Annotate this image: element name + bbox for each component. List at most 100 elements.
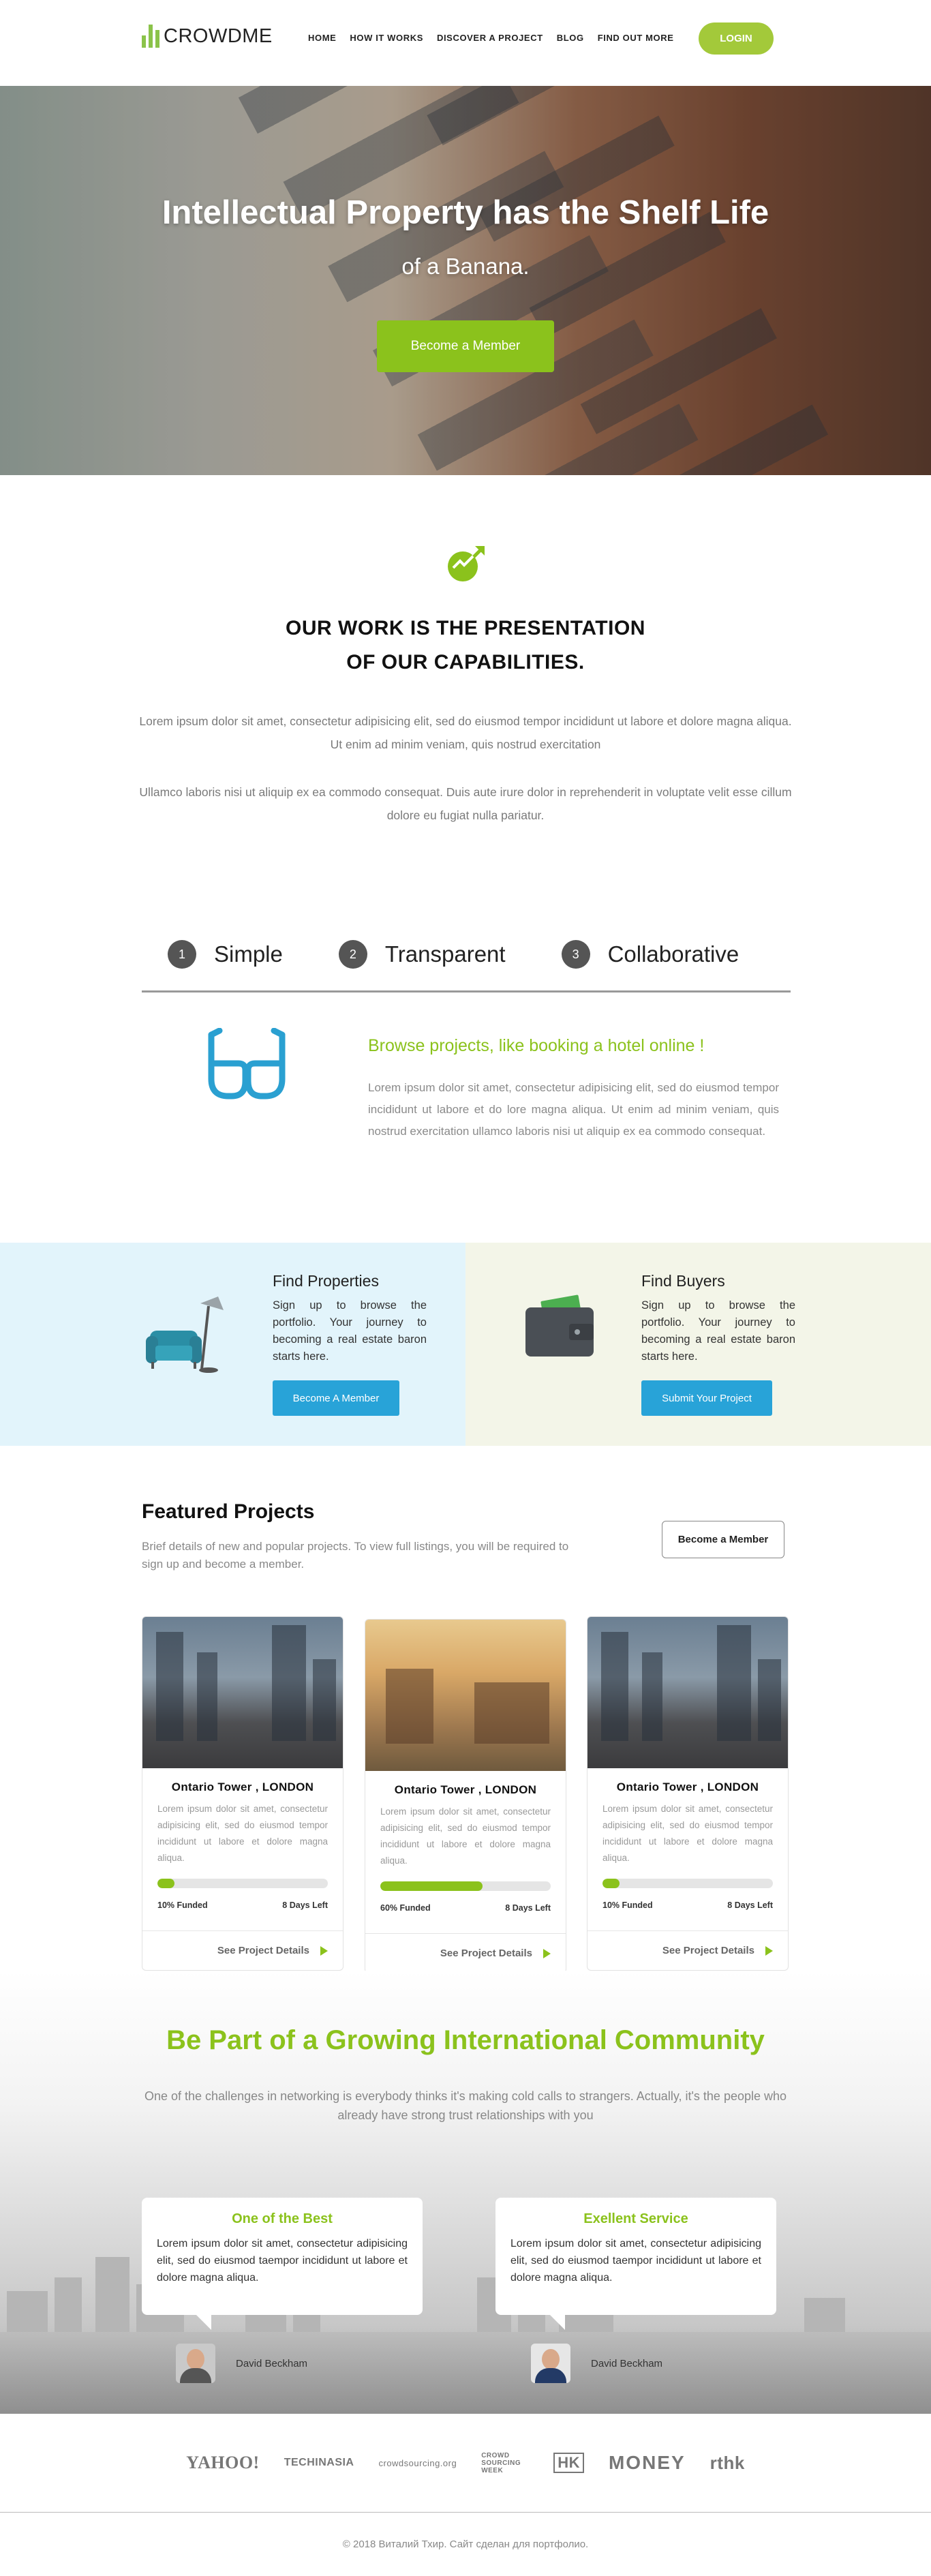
funded-label: 10% Funded (157, 1900, 208, 1910)
become-a-member-button[interactable]: Become A Member (273, 1380, 399, 1416)
top-navbar: CROWDME HOME HOW IT WORKS DISCOVER A PRO… (0, 0, 931, 86)
glasses-icon (208, 1028, 286, 1100)
find-properties-title: Find Properties (273, 1272, 379, 1290)
footer-copyright: © 2018 Виталий Тхир. Сайт сделан для пор… (342, 2539, 589, 2550)
testimonial-text: Lorem ipsum dolor sit amet, consectetur … (157, 2238, 408, 2284)
project-card[interactable]: Ontario Tower , LONDON Lorem ipsum dolor… (365, 1619, 566, 1973)
project-photo (365, 1620, 566, 1771)
project-name: Ontario Tower , LONDON (616, 1781, 759, 1793)
featured-description: Brief details of new and popular project… (142, 1540, 569, 1571)
see-project-details-link[interactable]: See Project Details (365, 1933, 566, 1973)
work-paragraph-2: Ullamco laboris nisi ut aliquip ex ea co… (139, 785, 792, 822)
days-left-label: 8 Days Left (505, 1903, 551, 1913)
step-number: 1 (168, 940, 196, 969)
step-label: Collaborative (607, 941, 739, 967)
community-section: Be Part of a Growing International Commu… (0, 1971, 931, 2414)
days-left-label: 8 Days Left (282, 1900, 328, 1910)
testimonial-title: Exellent Service (583, 2211, 688, 2226)
testimonial-author: David Beckham (176, 2344, 307, 2383)
testimonial-card: Exellent Service Lorem ipsum dolor sit a… (495, 2198, 776, 2330)
author-name: David Beckham (236, 2357, 308, 2369)
login-button[interactable]: LOGIN (699, 22, 774, 55)
menu-item-blog[interactable]: BLOG (557, 33, 584, 43)
step-label: Transparent (384, 941, 506, 967)
find-buyers-text: Sign up to browse the portfolio. Your jo… (641, 1299, 795, 1363)
become-member-button[interactable]: Become a Member (377, 320, 554, 372)
main-menu: HOME HOW IT WORKS DISCOVER A PROJECT BLO… (308, 33, 673, 43)
find-properties-text: Sign up to browse the portfolio. Your jo… (273, 1299, 427, 1363)
project-photo (587, 1617, 788, 1768)
funding-progress-bar (380, 1881, 551, 1891)
growth-icon (448, 546, 485, 581)
see-project-details-link[interactable]: See Project Details (587, 1930, 788, 1970)
see-project-details-link[interactable]: See Project Details (142, 1930, 343, 1970)
find-properties-panel: Find Properties Sign up to browse the po… (0, 1243, 466, 1446)
menu-item-find-out-more[interactable]: FIND OUT MORE (598, 33, 674, 43)
find-section: Find Properties Sign up to browse the po… (0, 1243, 931, 1446)
wallet-icon (525, 1294, 594, 1357)
menu-item-discover[interactable]: DISCOVER A PROJECT (437, 33, 543, 43)
project-text: Lorem ipsum dolor sit amet, consectetur … (380, 1806, 551, 1866)
hero-subtitle: of a Banana. (401, 254, 530, 279)
partner-logo-techinasia: TECHINASIA (284, 2457, 354, 2468)
featured-title: Featured Projects (142, 1500, 315, 1523)
menu-item-home[interactable]: HOME (308, 33, 336, 43)
partner-logo-rthk: rthk (709, 2452, 745, 2473)
days-left-label: 8 Days Left (727, 1900, 773, 1910)
find-buyers-title: Find Buyers (641, 1272, 725, 1290)
partner-logo-hk: HK (553, 2453, 584, 2473)
work-paragraph-1: Lorem ipsum dolor sit amet, consectetur … (139, 714, 792, 751)
project-card[interactable]: Ontario Tower , LONDON Lorem ipsum dolor… (587, 1616, 789, 1971)
project-name: Ontario Tower , LONDON (394, 1783, 537, 1796)
step-number: 2 (338, 940, 367, 969)
avatar (176, 2344, 215, 2383)
project-photo (142, 1617, 343, 1768)
testimonial-card: One of the Best Lorem ipsum dolor sit am… (142, 2198, 423, 2330)
logo-text: CROWDME (164, 25, 273, 47)
browse-feature: Browse projects, like booking a hotel on… (0, 1016, 931, 1193)
project-card[interactable]: Ontario Tower , LONDON Lorem ipsum dolor… (142, 1616, 344, 1971)
logo-bars-icon (142, 25, 159, 48)
work-title: OUR WORK IS THE PRESENTATION OF OUR CAPA… (286, 617, 645, 673)
community-title: Be Part of a Growing International Commu… (166, 2025, 765, 2055)
featured-projects-section: Featured Projects Brief details of new a… (0, 1446, 931, 1973)
funded-label: 60% Funded (380, 1903, 431, 1913)
menu-item-how-it-works[interactable]: HOW IT WORKS (350, 33, 423, 43)
find-buyers-panel: Find Buyers Sign up to browse the portfo… (466, 1243, 931, 1446)
feature-heading: Browse projects, like booking a hotel on… (368, 1036, 705, 1055)
step-number: 3 (561, 940, 590, 969)
funding-progress-bar (157, 1879, 328, 1888)
step-simple: 1 Simple (168, 927, 283, 982)
partner-logo-money: MONEY (608, 2452, 686, 2473)
partners-logos: YAHOO! TECHINASIA crowdsourcing.org CROW… (0, 2414, 931, 2513)
partner-logo-yahoo: YAHOO! (186, 2453, 260, 2472)
project-name: Ontario Tower , LONDON (171, 1781, 314, 1793)
work-section: OUR WORK IS THE PRESENTATION OF OUR CAPA… (0, 475, 931, 898)
step-collaborative: 3 Collaborative (561, 927, 739, 982)
play-arrow-icon (320, 1945, 328, 1956)
avatar (531, 2344, 570, 2383)
testimonial-author: David Beckham (531, 2344, 662, 2383)
project-text: Lorem ipsum dolor sit amet, consectetur … (157, 1804, 328, 1863)
funding-progress-bar (602, 1879, 773, 1888)
play-arrow-icon (543, 1948, 551, 1958)
steps-row: 1 Simple 2 Transparent 3 Collaborative (142, 927, 791, 992)
armchair-lamp-icon (146, 1297, 224, 1373)
submit-project-button[interactable]: Submit Your Project (641, 1380, 772, 1416)
hero-banner: Intellectual Property has the Shelf Life… (0, 86, 931, 475)
author-name: David Beckham (591, 2357, 663, 2369)
testimonial-title: One of the Best (232, 2211, 333, 2226)
play-arrow-icon (765, 1945, 773, 1956)
partner-logo-crowdsourcing: crowdsourcing.org (378, 2457, 457, 2468)
project-text: Lorem ipsum dolor sit amet, consectetur … (602, 1804, 773, 1863)
step-label: Simple (214, 941, 283, 967)
partner-logo-crowdsourcing-week: CROWD SOURCING WEEK (481, 2451, 521, 2474)
funded-label: 10% Funded (602, 1900, 653, 1910)
testimonial-text: Lorem ipsum dolor sit amet, consectetur … (510, 2238, 761, 2284)
logo[interactable]: CROWDME (142, 25, 273, 48)
featured-become-member-button[interactable]: Become a Member (662, 1521, 784, 1558)
step-transparent: 2 Transparent (338, 927, 506, 982)
community-text: One of the challenges in networking is e… (144, 2089, 787, 2122)
feature-text: Lorem ipsum dolor sit amet, consectetur … (368, 1081, 779, 1138)
hero-title: Intellectual Property has the Shelf Life (162, 194, 769, 231)
